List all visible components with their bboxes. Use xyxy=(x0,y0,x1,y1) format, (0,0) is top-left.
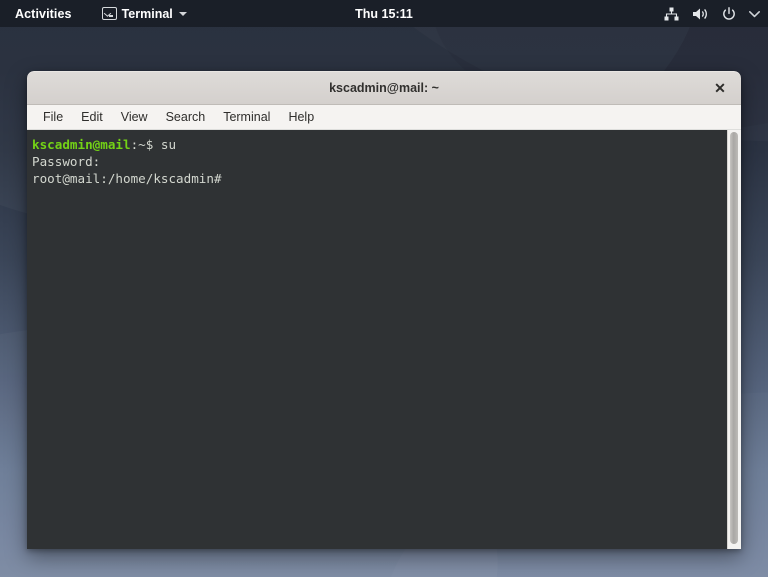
terminal-line: root@mail:/home/kscadmin# xyxy=(32,170,727,187)
power-icon[interactable] xyxy=(722,6,736,21)
terminal-output[interactable]: kscadmin@mail:~$ su Password: root@mail:/h… xyxy=(27,130,727,549)
menu-item-help[interactable]: Help xyxy=(279,105,323,129)
desktop-screen: Activities Terminal Thu 15:11 kscadmin@m… xyxy=(0,0,768,577)
top-panel-left: Activities Terminal xyxy=(0,0,191,27)
menubar: File Edit View Search Terminal Help xyxy=(27,105,741,130)
terminal-segment: Password: xyxy=(32,154,101,170)
chevron-down-icon[interactable] xyxy=(749,10,760,18)
terminal-segment: su xyxy=(160,137,177,152)
terminal-scrollbar[interactable] xyxy=(727,130,741,549)
app-menu-button[interactable]: Terminal xyxy=(98,7,191,21)
menu-item-view[interactable]: View xyxy=(112,105,157,129)
scrollbar-thumb[interactable] xyxy=(730,132,738,544)
terminal-icon xyxy=(101,7,117,20)
menu-item-file[interactable]: File xyxy=(34,105,72,129)
close-icon[interactable]: ✕ xyxy=(710,78,730,98)
terminal-segment: root@mail:/home/kscadmin# xyxy=(32,171,222,187)
window-titlebar[interactable]: kscadmin@mail: ~ ✕ xyxy=(27,71,741,105)
terminal-body[interactable]: kscadmin@mail:~$ su Password: root@mail:/h… xyxy=(27,130,741,549)
terminal-window[interactable]: kscadmin@mail: ~ ✕ File Edit View Search… xyxy=(27,71,741,549)
menu-item-edit[interactable]: Edit xyxy=(72,105,112,129)
network-icon[interactable] xyxy=(664,7,679,21)
terminal-line: Password: xyxy=(32,153,727,170)
app-menu-label: Terminal xyxy=(121,6,173,21)
chevron-down-icon xyxy=(178,11,187,16)
window-title: kscadmin@mail: ~ xyxy=(329,81,439,95)
menu-item-terminal[interactable]: Terminal xyxy=(214,105,279,129)
terminal-line: kscadmin@mail:~$ su xyxy=(32,136,727,153)
terminal-segment: :~$ xyxy=(130,137,161,152)
activities-button[interactable]: Activities xyxy=(9,7,78,21)
terminal-segment: kscadmin@mail xyxy=(32,137,131,152)
volume-icon[interactable] xyxy=(692,7,709,21)
system-status-area[interactable] xyxy=(664,0,760,27)
top-panel: Activities Terminal Thu 15:11 xyxy=(0,0,768,27)
menu-item-search[interactable]: Search xyxy=(157,105,215,129)
